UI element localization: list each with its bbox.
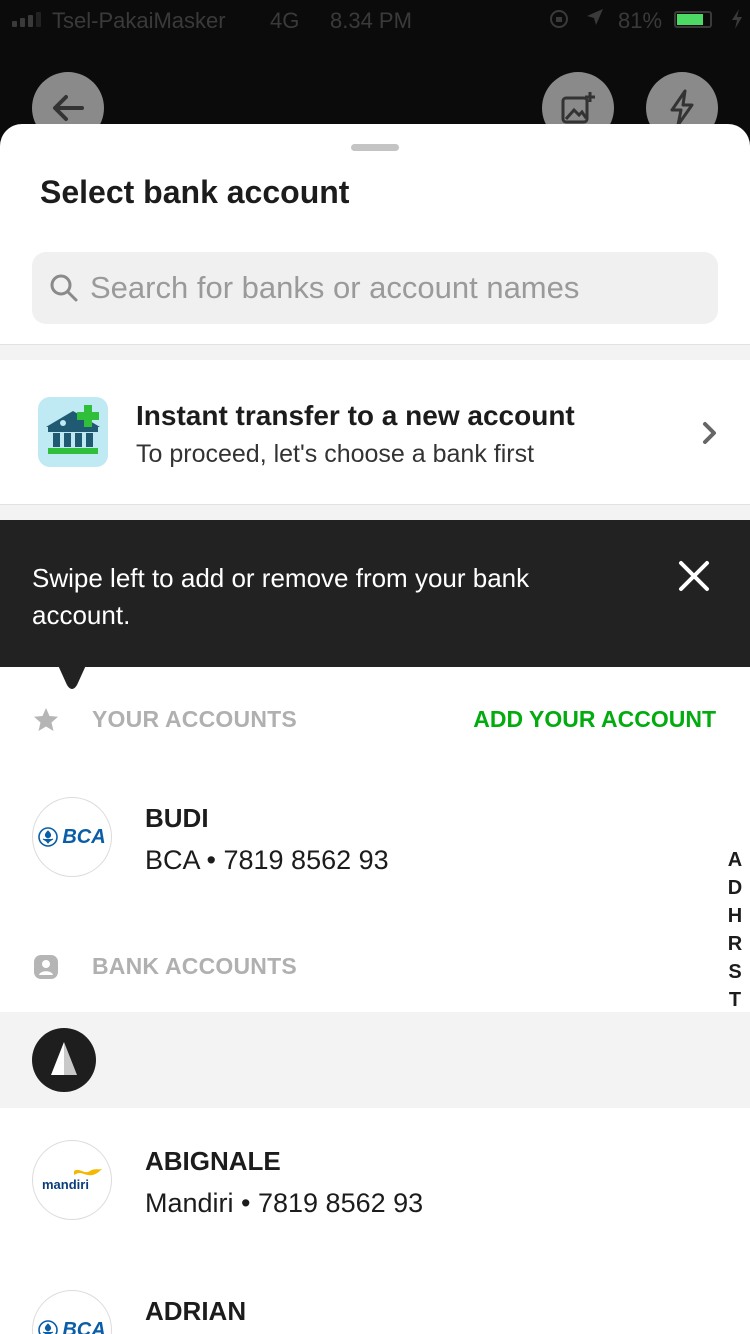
star-icon — [34, 708, 58, 731]
index-letter[interactable]: S — [728, 958, 741, 986]
account-row[interactable]: mandiri ABIGNALE Mandiri • 7819 8562 93 — [0, 1140, 720, 1240]
battery-icon — [674, 11, 712, 28]
arrow-left-icon — [53, 95, 84, 121]
bca-logo-icon: BCA — [32, 797, 112, 877]
search-icon — [50, 274, 78, 302]
section-divider — [0, 344, 750, 360]
chevron-right-icon — [703, 422, 716, 444]
add-your-account-button[interactable]: ADD YOUR ACCOUNT — [473, 706, 716, 733]
carrier-name: Tsel-PakaiMasker — [52, 8, 226, 33]
letter-a-icon — [32, 1028, 96, 1092]
contact-icon — [34, 955, 58, 979]
instant-transfer-subtitle: To proceed, let's choose a bank first — [136, 440, 535, 468]
close-icon[interactable] — [676, 558, 712, 594]
index-letter[interactable]: A — [728, 846, 742, 874]
mandiri-logo-icon: mandiri — [32, 1140, 112, 1220]
clock: 8.34 PM — [330, 8, 412, 33]
rotation-lock-icon — [548, 8, 570, 36]
search-bar[interactable] — [32, 252, 718, 324]
instant-transfer-row[interactable]: Instant transfer to a new account To pro… — [0, 360, 750, 505]
index-letter[interactable]: D — [728, 874, 742, 902]
battery-percent: 81% — [618, 8, 663, 33]
bank-add-icon — [38, 397, 108, 467]
sheet-title: Select bank account — [40, 174, 350, 210]
select-bank-sheet: Select bank account Instant transfer to … — [0, 124, 750, 1334]
instant-transfer-title: Instant transfer to a new account — [136, 400, 575, 431]
svg-text:mandiri: mandiri — [42, 1177, 89, 1192]
account-detail: Mandiri • 7819 8562 93 — [145, 1188, 424, 1218]
signal-icon — [12, 12, 41, 27]
section-divider — [0, 505, 750, 520]
account-name: BUDI — [145, 803, 209, 833]
account-row[interactable]: BCA ADRIAN — [0, 1290, 720, 1334]
network-type: 4G — [270, 8, 300, 33]
bank-accounts-label: BANK ACCOUNTS — [92, 953, 297, 979]
charging-icon — [730, 8, 744, 36]
tooltip-message: Swipe left to add or remove from your ba… — [32, 563, 530, 630]
image-add-icon — [561, 92, 595, 124]
account-row[interactable]: BCA BUDI BCA • 7819 8562 93 — [0, 797, 720, 897]
flash-icon — [670, 89, 694, 127]
bank-accounts-header: BANK ACCOUNTS — [0, 947, 750, 987]
status-bar: Tsel-PakaiMasker 4G 8.34 PM 81% — [0, 0, 750, 40]
sheet-drag-handle[interactable] — [351, 144, 399, 151]
search-input[interactable] — [90, 252, 710, 324]
account-detail: BCA • 7819 8562 93 — [145, 845, 389, 875]
index-letter[interactable]: R — [728, 930, 742, 958]
location-icon — [584, 6, 606, 34]
account-name: ABIGNALE — [145, 1146, 281, 1176]
swipe-hint-tooltip: Swipe left to add or remove from your ba… — [0, 520, 750, 689]
your-accounts-label: YOUR ACCOUNTS — [92, 706, 297, 732]
account-name: ADRIAN — [145, 1296, 247, 1326]
tooltip-pointer — [57, 663, 87, 689]
your-accounts-header: YOUR ACCOUNTS ADD YOUR ACCOUNT — [0, 700, 750, 740]
bca-logo-icon: BCA — [32, 1290, 112, 1334]
index-letter[interactable]: H — [728, 902, 742, 930]
index-letter[interactable]: T — [729, 986, 741, 1014]
letter-section-header — [0, 1012, 750, 1108]
alphabet-index[interactable]: A D H R S T — [722, 846, 748, 1014]
